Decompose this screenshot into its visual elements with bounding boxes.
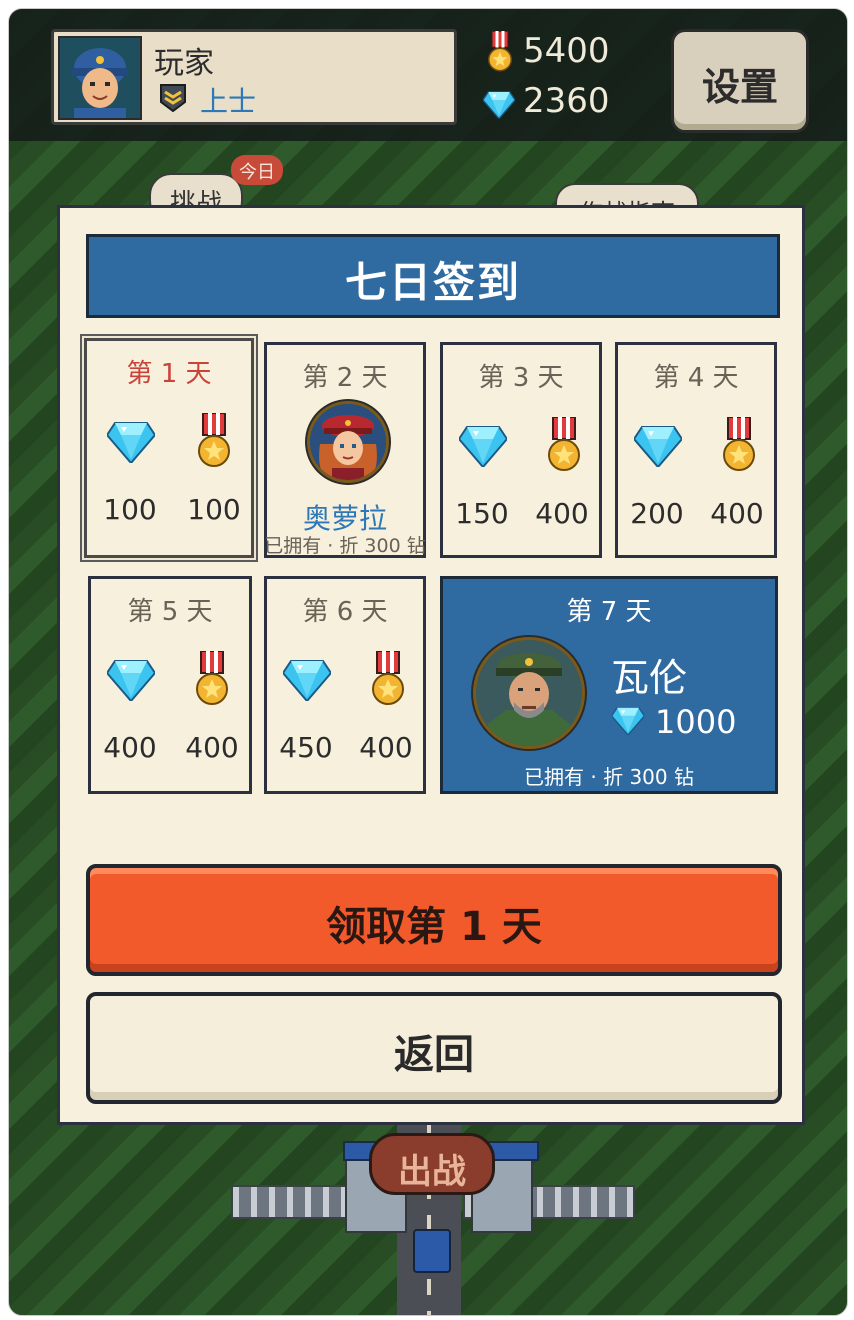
gem-icon	[107, 657, 155, 701]
medal-icon	[547, 417, 581, 473]
medal-amount: 400	[535, 497, 589, 530]
claim-button[interactable]: 领取第 1 天	[86, 864, 782, 976]
gem-amount: 100	[103, 493, 157, 526]
medal-count: 5400	[523, 31, 610, 71]
deploy-button[interactable]: 出战	[369, 1133, 495, 1195]
gem-icon	[483, 89, 515, 119]
claim-label: 领取第 1 天	[326, 904, 542, 950]
medal-icon	[722, 417, 756, 473]
medal-amount: 400	[359, 731, 413, 764]
daily-checkin-modal: 七日签到 第 1 天 100 100 第 2 天 奥萝拉 已拥有 · 折 300…	[57, 205, 805, 1125]
rank-name: 上士	[200, 85, 257, 118]
owned-note: 已拥有 · 折 300 钻	[264, 535, 426, 557]
gem-amount: 200	[630, 497, 684, 530]
day-label: 第 7 天	[566, 597, 652, 627]
day-label: 第 6 天	[302, 597, 388, 627]
modal-title: 七日签到	[344, 258, 521, 307]
gem-amount: 400	[103, 731, 157, 764]
day-card-4[interactable]: 第 4 天 200 400	[615, 342, 777, 558]
day-label: 第 1 天	[126, 359, 212, 389]
character-name: 瓦伦	[611, 656, 688, 700]
gem-amount: 450	[279, 731, 333, 764]
medal-icon	[487, 31, 513, 73]
medal-icon	[195, 651, 229, 707]
top-bar: 玩家 上士 5400 2360 设置	[9, 9, 847, 141]
medal-icon	[197, 413, 231, 469]
day-card-6[interactable]: 第 6 天 450 400	[264, 576, 426, 794]
day-card-5[interactable]: 第 5 天 400 400	[88, 576, 252, 794]
owned-note: 已拥有 · 折 300 钻	[524, 765, 694, 789]
aurora-portrait	[307, 401, 389, 483]
gem-icon	[459, 423, 507, 467]
gem-icon	[283, 657, 331, 701]
settings-label: 设置	[701, 65, 778, 109]
player-name: 玩家	[154, 46, 214, 81]
warren-portrait	[473, 637, 585, 749]
day-card-7[interactable]: 第 7 天 瓦伦 1000 已拥有 · 折 300 钻	[440, 576, 778, 794]
day-card-2[interactable]: 第 2 天 奥萝拉 已拥有 · 折 300 钻	[264, 342, 426, 558]
gem-count: 2360	[523, 81, 610, 121]
day-card-3[interactable]: 第 3 天 150 400	[440, 342, 602, 558]
day-card-1[interactable]: 第 1 天 100 100	[84, 338, 254, 558]
day-label: 第 5 天	[127, 597, 213, 627]
back-label: 返回	[394, 1032, 474, 1078]
player-profile[interactable]: 玩家 上士	[51, 29, 457, 125]
game-screen: 玩家 上士 5400 2360 设置 挑战 今日 作战指南	[8, 8, 848, 1316]
gem-amount: 1000	[655, 703, 737, 741]
gem-icon	[634, 423, 682, 467]
gem-icon	[611, 705, 645, 735]
day-label: 第 2 天	[302, 363, 388, 393]
medal-icon	[371, 651, 405, 707]
day-label: 第 3 天	[478, 363, 564, 393]
gem-icon	[107, 419, 155, 463]
tank-sprite	[413, 1229, 451, 1273]
medal-amount: 400	[185, 731, 239, 764]
modal-title-bar: 七日签到	[86, 234, 780, 318]
gem-amount: 150	[455, 497, 509, 530]
medal-amount: 100	[187, 493, 241, 526]
settings-button[interactable]: 设置	[671, 29, 809, 133]
deploy-label: 出战	[398, 1152, 466, 1192]
today-badge: 今日	[231, 155, 283, 185]
soldier-avatar	[58, 36, 142, 120]
medal-amount: 400	[710, 497, 764, 530]
back-button[interactable]: 返回	[86, 992, 782, 1104]
today-badge-label: 今日	[239, 162, 275, 183]
rank-chevron-icon	[158, 82, 188, 113]
day-label: 第 4 天	[653, 363, 739, 393]
